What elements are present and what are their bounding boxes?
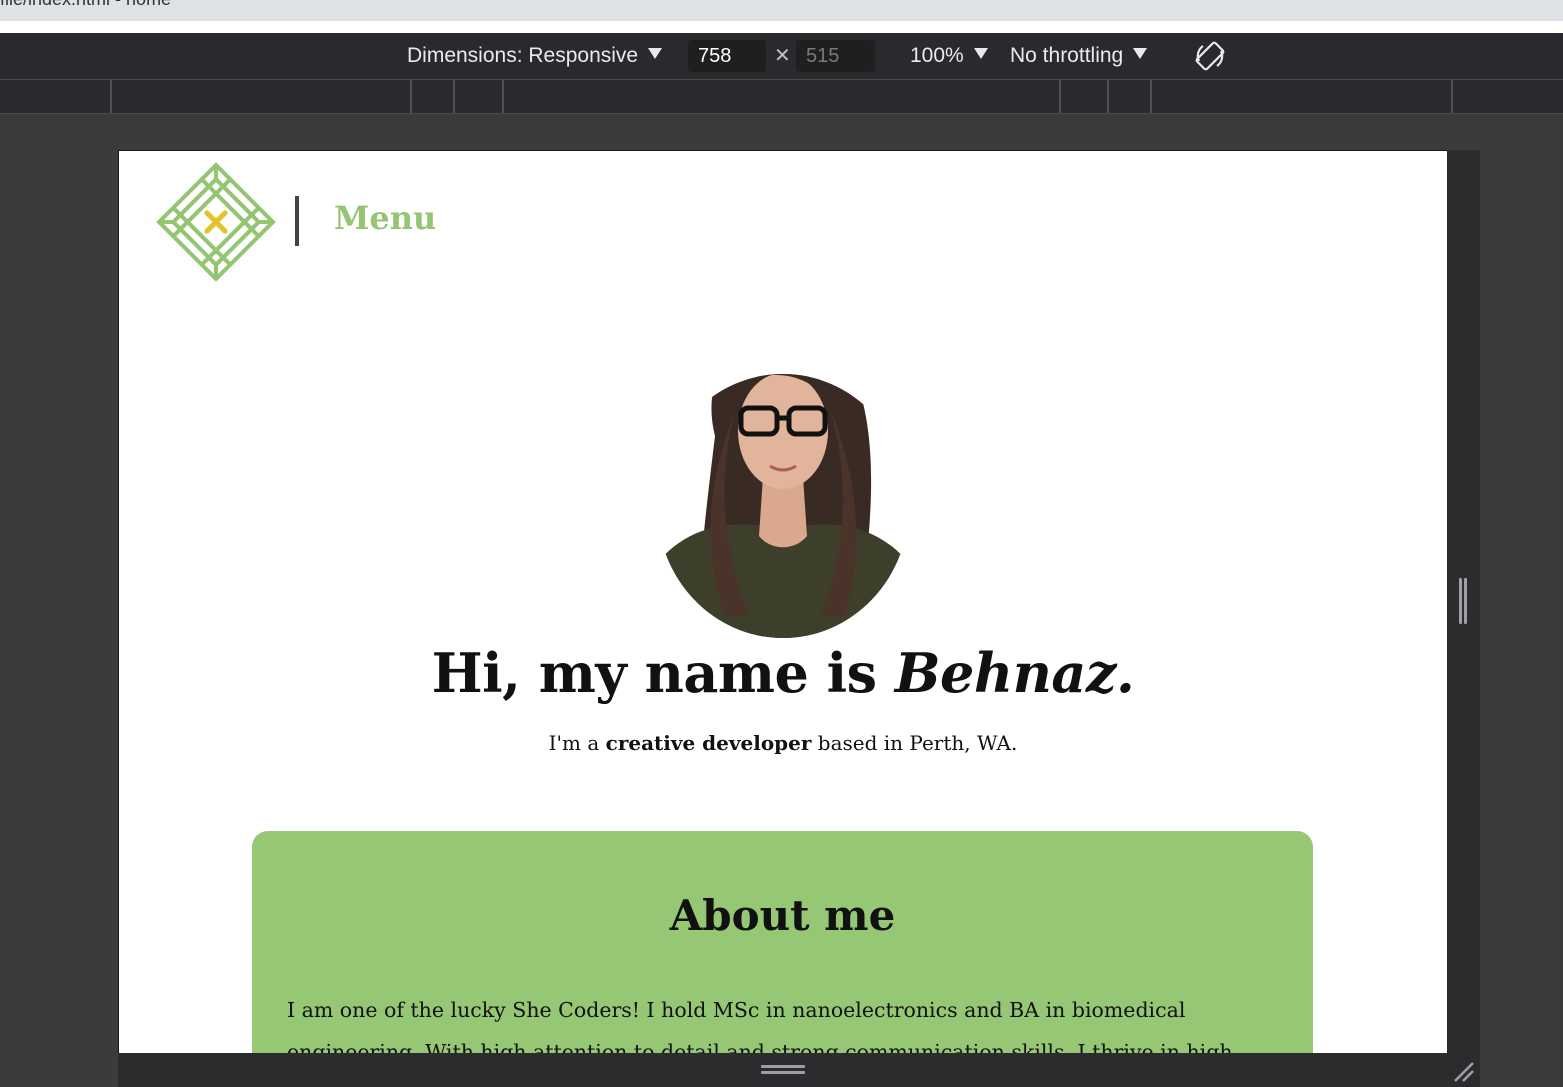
nav-divider bbox=[295, 196, 299, 246]
corner-resize-icon[interactable] bbox=[1451, 1059, 1475, 1083]
menu-link[interactable]: Menu bbox=[334, 199, 436, 237]
mq-divider[interactable] bbox=[110, 80, 112, 113]
subtitle-suffix: based in Perth, WA. bbox=[811, 731, 1018, 755]
mq-divider[interactable] bbox=[502, 80, 504, 113]
mq-divider[interactable] bbox=[1451, 80, 1453, 113]
dimensions-dropdown[interactable]: Dimensions: Responsive bbox=[407, 33, 663, 79]
rotate-icon[interactable] bbox=[1193, 39, 1227, 73]
url-text: file/index.html - home bbox=[0, 0, 171, 10]
zoom-label: 100% bbox=[910, 44, 964, 67]
about-body: I am one of the lucky She Coders! I hold… bbox=[287, 998, 1233, 1055]
hero-title-prefix: Hi, my name is bbox=[431, 641, 895, 705]
resize-grip-icon bbox=[1459, 578, 1467, 624]
device-toolbar: Dimensions: Responsive 758 ✕ 515 100% No… bbox=[0, 33, 1563, 80]
subtitle-bold: creative developer bbox=[605, 731, 812, 755]
media-query-bar bbox=[0, 80, 1563, 114]
resize-grip-icon bbox=[761, 1065, 805, 1075]
profile-photo bbox=[657, 374, 909, 638]
about-card: About me I am one of the lucky She Coder… bbox=[252, 831, 1313, 1055]
hero-name: Behnaz. bbox=[894, 641, 1135, 705]
about-title: About me bbox=[669, 891, 896, 940]
mq-divider[interactable] bbox=[410, 80, 412, 113]
height-input[interactable]: 515 bbox=[796, 40, 875, 72]
hero-title: Hi, my name is Behnaz. bbox=[119, 641, 1447, 705]
caret-down-icon bbox=[973, 48, 988, 59]
mq-divider[interactable] bbox=[453, 80, 455, 113]
mq-divider[interactable] bbox=[1150, 80, 1152, 113]
bottom-resize-handle[interactable] bbox=[118, 1053, 1480, 1087]
width-input[interactable]: 758 bbox=[688, 40, 766, 72]
separator bbox=[0, 21, 1563, 33]
zoom-dropdown[interactable]: 100% bbox=[910, 33, 988, 79]
caret-down-icon bbox=[648, 48, 663, 59]
throttling-dropdown[interactable]: No throttling bbox=[1010, 33, 1148, 79]
address-bar-strip: file/index.html - home bbox=[0, 0, 1563, 21]
right-resize-handle[interactable] bbox=[1447, 150, 1480, 1053]
hero-subtitle: I'm a creative developer based in Perth,… bbox=[119, 731, 1447, 755]
page-viewport: Menu Hi, my name is Behnaz. I'm a creati… bbox=[118, 150, 1448, 1055]
mq-divider[interactable] bbox=[1059, 80, 1061, 113]
throttling-label: No throttling bbox=[1010, 44, 1124, 67]
dimensions-label: Dimensions: Responsive bbox=[407, 44, 639, 67]
subtitle-prefix: I'm a bbox=[548, 731, 606, 755]
mq-divider[interactable] bbox=[1107, 80, 1109, 113]
close-x-icon: ✕ bbox=[774, 45, 791, 67]
caret-down-icon bbox=[1133, 48, 1148, 59]
logo-icon[interactable] bbox=[155, 161, 277, 283]
